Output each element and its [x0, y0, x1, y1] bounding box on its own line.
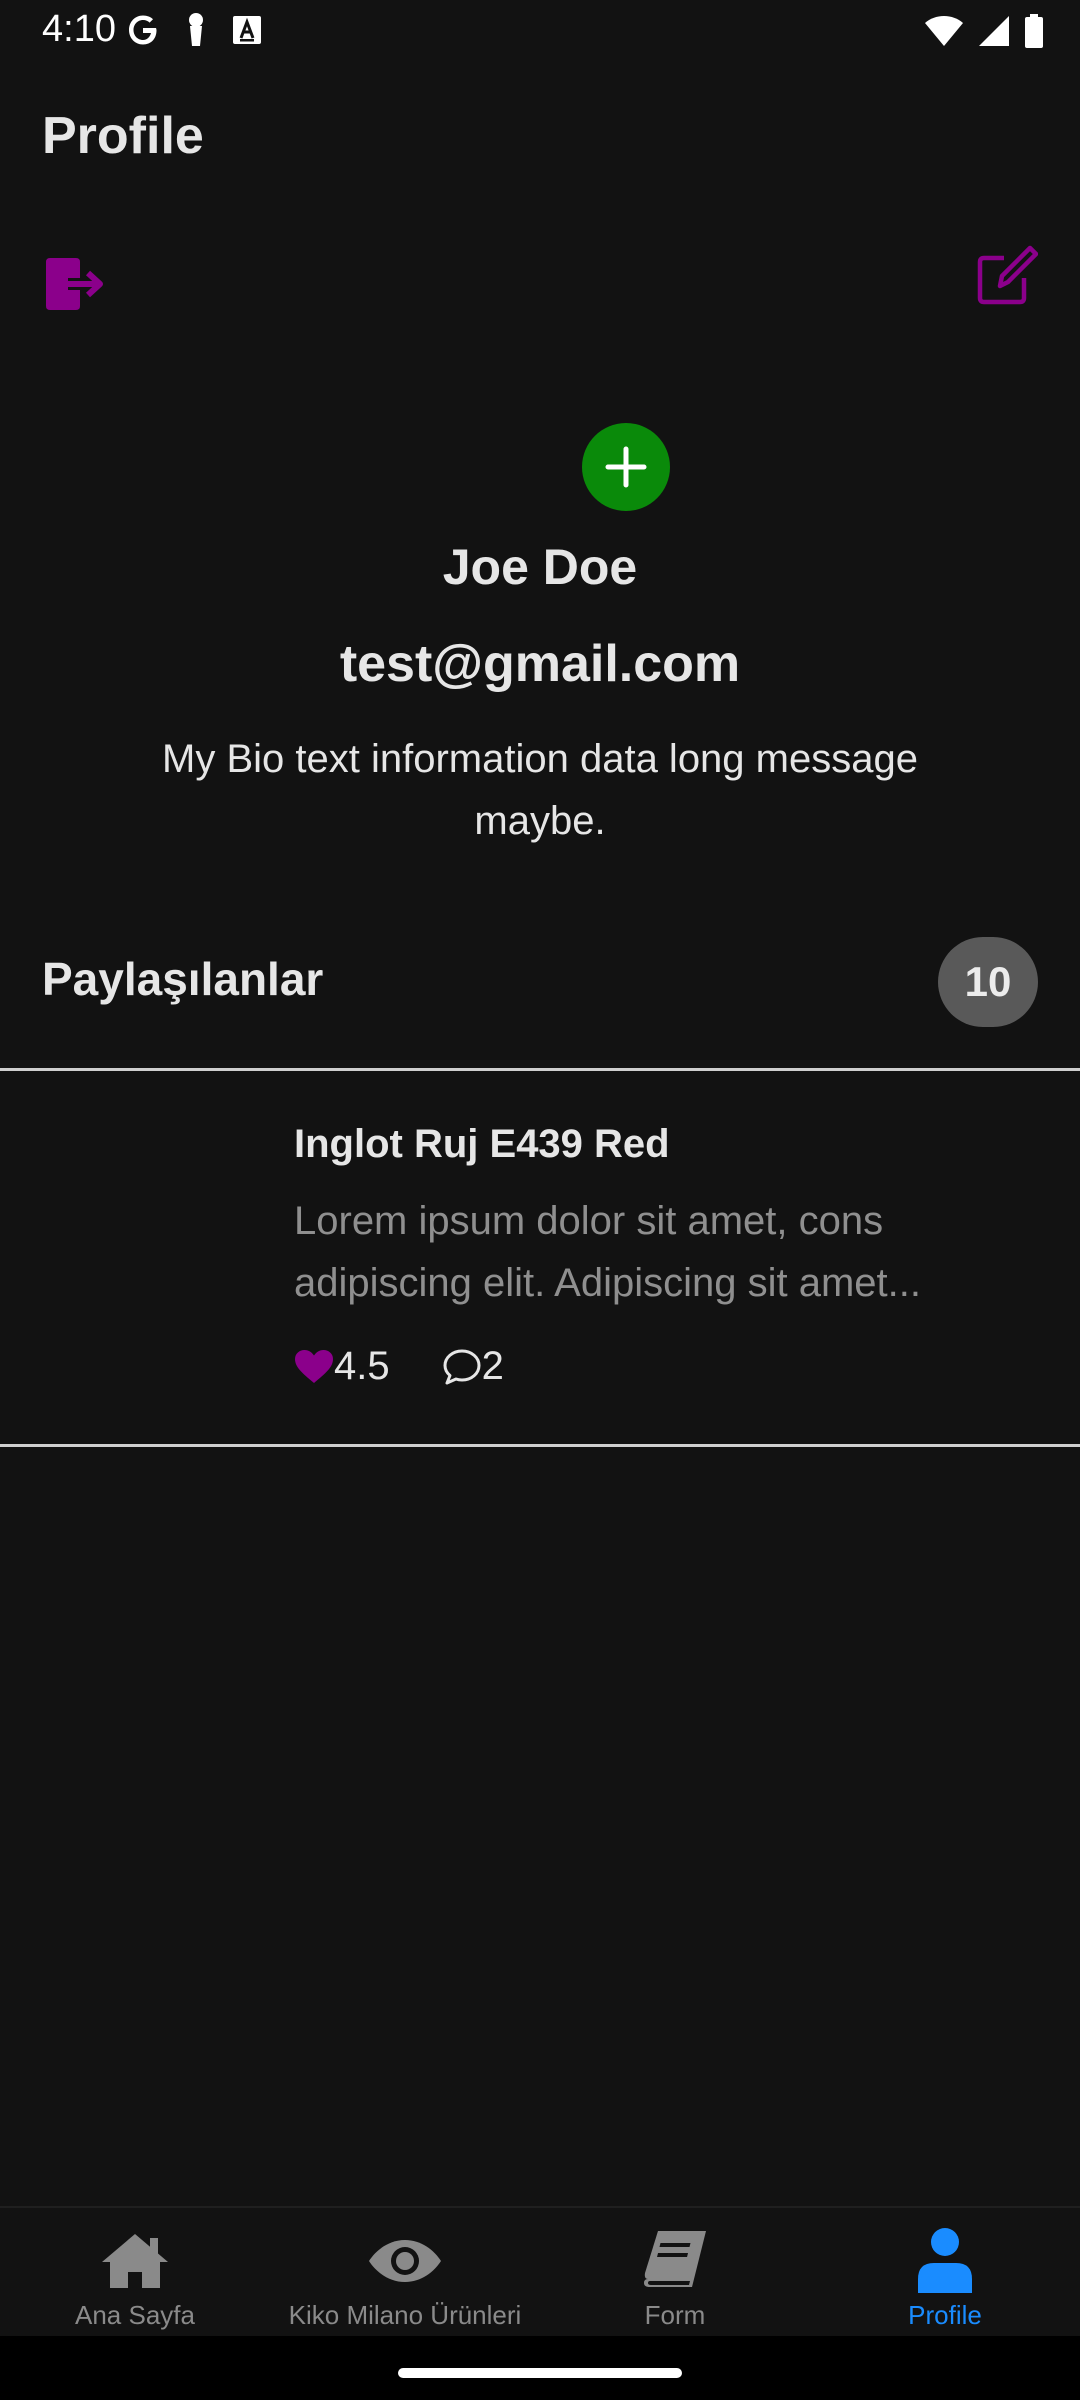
logout-icon: [46, 258, 103, 310]
post-rating: 4.5: [294, 1344, 390, 1389]
font-a-icon: [233, 16, 261, 44]
add-photo-button[interactable]: [582, 423, 670, 511]
comment-icon: [443, 1349, 481, 1384]
nav-item-form[interactable]: Form: [540, 2208, 810, 2338]
shared-section-title: Paylaşılanlar: [42, 953, 324, 1005]
post-stats: 4.5 2: [294, 1344, 504, 1389]
eye-icon: [369, 2240, 441, 2282]
nav-label: Ana Sayfa: [75, 2300, 195, 2330]
keyhole-icon: [189, 13, 203, 46]
divider: [0, 1068, 1080, 1071]
heart-icon: [295, 1349, 333, 1383]
home-icon: [102, 2234, 168, 2288]
logout-button[interactable]: [42, 254, 108, 314]
post-title: Inglot Ruj E439 Red: [294, 1122, 670, 1166]
signal-icon: [979, 16, 1009, 46]
post-rating-value: 4.5: [334, 1344, 390, 1388]
status-left-icons: [126, 12, 262, 48]
nav-item-home[interactable]: Ana Sayfa: [0, 2208, 270, 2338]
user-icon: [918, 2228, 972, 2293]
status-right-icons: [924, 14, 1044, 48]
user-name: Joe Doe: [442, 539, 638, 595]
system-gesture-area: [0, 2336, 1080, 2400]
user-email: test@gmail.com: [339, 635, 741, 693]
status-bar: 4:10: [0, 0, 1080, 62]
nav-item-products[interactable]: Kiko Milano Ürünleri: [270, 2208, 540, 2338]
page-title: Profile: [42, 107, 204, 165]
user-bio: My Bio text information data long messag…: [162, 737, 918, 843]
book-icon: [644, 2231, 706, 2287]
nav-item-profile[interactable]: Profile: [810, 2208, 1080, 2338]
nav-label: Form: [644, 2300, 706, 2330]
post-list-item[interactable]: Inglot Ruj E439 Red Lorem ipsum dolor si…: [0, 1072, 1080, 1444]
edit-profile-button[interactable]: [974, 244, 1039, 308]
home-gesture-bar[interactable]: [398, 2368, 682, 2378]
nav-label: Kiko Milano Ürünleri: [288, 2300, 522, 2330]
post-comments: 2: [442, 1344, 504, 1389]
wifi-icon: [925, 16, 963, 46]
edit-icon: [977, 245, 1039, 305]
divider: [0, 1444, 1080, 1447]
shared-count-badge: 10: [938, 937, 1038, 1027]
post-description: Lorem ipsum dolor sit amet, cons adipisc…: [294, 1199, 921, 1305]
google-icon: [129, 15, 157, 45]
nav-label: Profile: [908, 2300, 982, 2330]
profile-screen: 4:10 Profile Joe Doe test@gmail.com My B…: [0, 0, 1080, 2400]
post-comments-count: 2: [481, 1344, 504, 1388]
bottom-navigation: Ana Sayfa Kiko Milano Ürünleri Form Prof…: [0, 2206, 1080, 2338]
battery-icon: [1025, 14, 1043, 48]
status-time: 4:10: [42, 8, 116, 50]
plus-icon: [605, 446, 647, 488]
